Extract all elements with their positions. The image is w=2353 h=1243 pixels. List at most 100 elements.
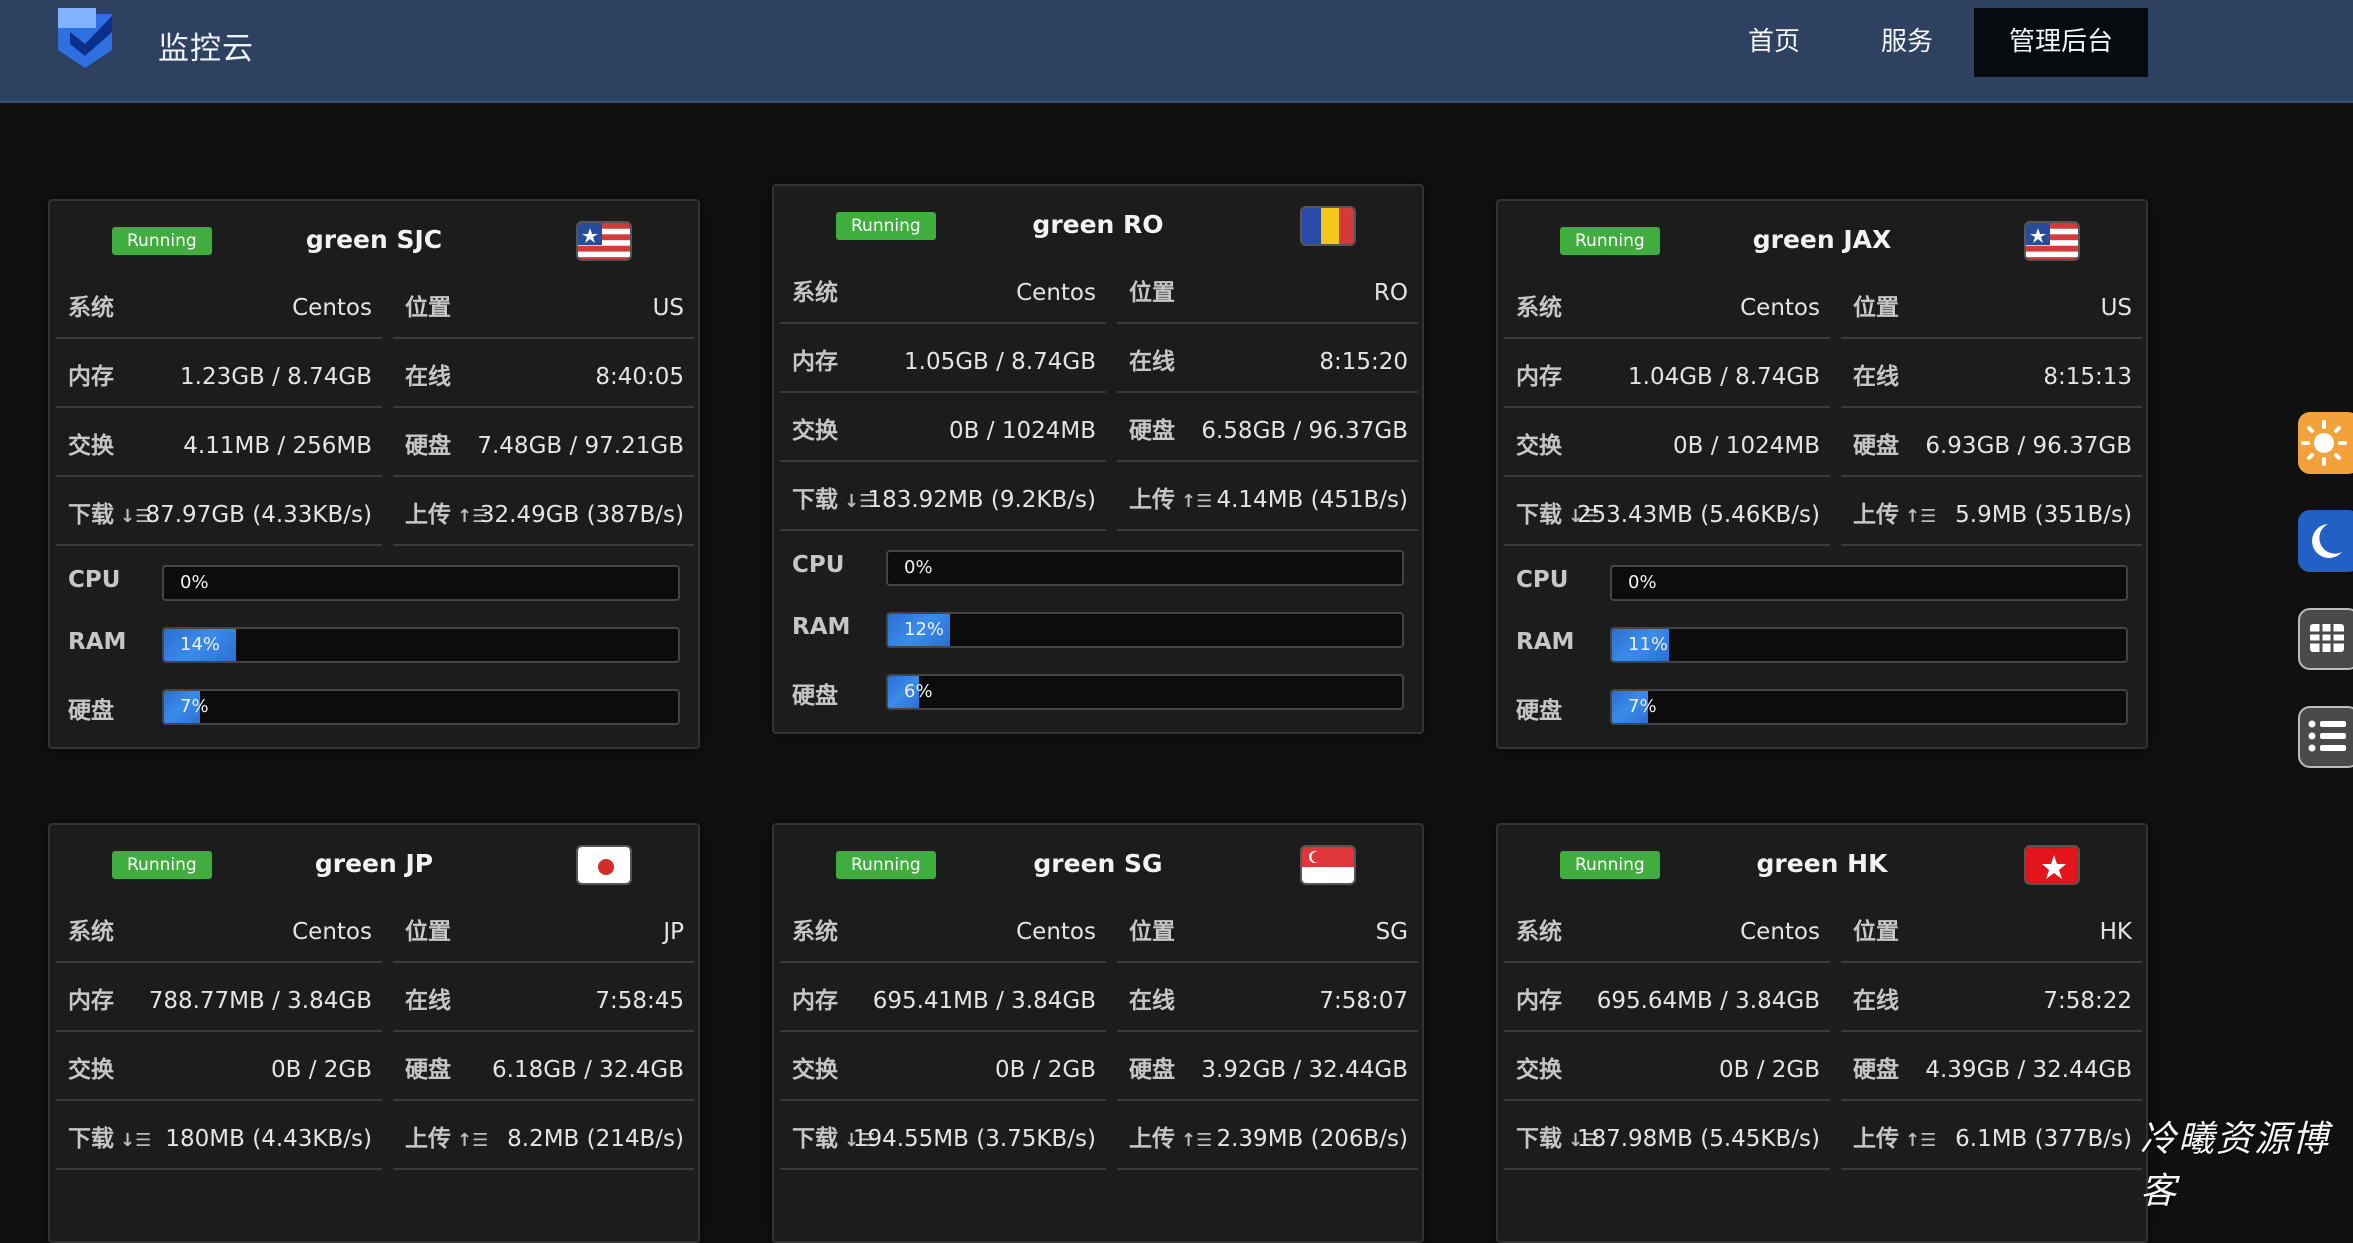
info-value: 6.18GB / 32.4GB [492, 1057, 684, 1083]
label-text: 硬盘 [405, 433, 451, 459]
info-row: 交换 0B / 2GB 硬盘 4.39GB / 32.44GB [1504, 1039, 2142, 1108]
info-row: 内存 695.41MB / 3.84GB 在线 7:58:07 [780, 970, 1418, 1039]
label-text: 位置 [1853, 919, 1899, 945]
list-icon [2308, 720, 2346, 752]
info-value: Centos [1740, 295, 1820, 321]
info-cell: 上传 ↑☰ 6.1MB (377B/s) [1841, 1108, 2142, 1170]
info-value: 0B / 1024MB [949, 418, 1096, 444]
list-view-button[interactable] [2298, 706, 2353, 768]
label-text: 在线 [1129, 988, 1175, 1014]
sort-up-icon: ↑☰ [1181, 491, 1213, 512]
brand-name[interactable]: 监控云 [158, 23, 254, 68]
server-card[interactable]: Running green HK 系统 Centos 位置 HK 内存 695.64MB / … [1496, 823, 2148, 1243]
server-card[interactable]: Running green RO 系统 Centos 位置 RO 内存 1.05GB / 8.… [772, 184, 1424, 734]
info-cell: 位置 HK [1841, 901, 2142, 963]
sort-up-icon: ↑☰ [457, 1130, 489, 1151]
light-theme-button[interactable] [2298, 412, 2353, 474]
info-value: 695.64MB / 3.84GB [1596, 988, 1820, 1014]
info-value: 0B / 2GB [994, 1057, 1096, 1083]
bar-percent: 0% [1628, 572, 1657, 593]
info-row: 下载 ↓☰ 187.98MB (5.45KB/s) 上传 ↑☰ 6.1MB (377B/s… [1504, 1108, 2142, 1177]
info-cell: 下载 ↓☰ 87.97GB (4.33KB/s) [56, 484, 382, 546]
info-label: 在线 [405, 970, 451, 1032]
info-label: 硬盘 [405, 1039, 451, 1101]
label-text: 上传 [405, 1126, 451, 1152]
info-value: Centos [1016, 280, 1096, 306]
info-cell: 内存 1.05GB / 8.74GB [780, 331, 1106, 393]
label-text: 系统 [1516, 919, 1562, 945]
info-label: 位置 [1129, 901, 1175, 963]
info-label: 硬盘 [1129, 1039, 1175, 1101]
label-text: 内存 [792, 988, 838, 1014]
info-value: HK [2099, 919, 2132, 945]
disk-bar: 7% [162, 689, 680, 725]
label-text: 上传 [1129, 1126, 1175, 1152]
bar-percent: 7% [1628, 696, 1657, 717]
bar-label: 硬盘 [792, 683, 838, 709]
cpu-bar-row: CPU 0% [780, 538, 1416, 600]
nav-services[interactable]: 服务 [1848, 8, 1966, 77]
info-value: JP [663, 919, 684, 945]
info-cell: 下载 ↓☰ 183.92MB (9.2KB/s) [780, 469, 1106, 531]
sun-icon [2301, 420, 2347, 466]
info-label: 位置 [405, 901, 451, 963]
disk-bar-row: 硬盘 7% [1504, 677, 2140, 739]
info-cell: 交换 0B / 2GB [56, 1039, 382, 1101]
info-cell: 上传 ↑☰ 32.49GB (387B/s) [393, 484, 694, 546]
info-value: 180MB (4.43KB/s) [165, 1126, 372, 1152]
info-label: 下载 ↓☰ [68, 484, 151, 548]
label-text: 位置 [1129, 919, 1175, 945]
nav-admin[interactable]: 管理后台 [1974, 8, 2148, 77]
us-flag-icon [576, 221, 632, 261]
bar-label: CPU [792, 552, 845, 578]
disk-bar-row: 硬盘 7% [56, 677, 692, 739]
info-label: 上传 ↑☰ [1129, 469, 1212, 533]
info-cell: 硬盘 3.92GB / 32.44GB [1117, 1039, 1418, 1101]
moon-icon [2312, 524, 2342, 558]
info-label: 交换 [1516, 415, 1562, 477]
grid-view-button[interactable] [2298, 608, 2353, 670]
label-text: 硬盘 [1129, 418, 1175, 444]
info-row: 系统 Centos 位置 SG [780, 901, 1418, 970]
info-cell: 硬盘 6.58GB / 96.37GB [1117, 400, 1418, 462]
info-label: 上传 ↑☰ [1853, 1108, 1936, 1172]
shield-logo-icon[interactable] [56, 6, 114, 70]
info-cell: 内存 1.04GB / 8.74GB [1504, 346, 1830, 408]
info-label: 内存 [792, 970, 838, 1032]
info-label: 内存 [68, 970, 114, 1032]
info-label: 系统 [792, 901, 838, 963]
ram-bar: 12% [886, 612, 1404, 648]
label-text: 位置 [405, 919, 451, 945]
info-cell: 系统 Centos [1504, 901, 1830, 963]
info-cell: 内存 788.77MB / 3.84GB [56, 970, 382, 1032]
info-row: 内存 788.77MB / 3.84GB 在线 7:58:45 [56, 970, 694, 1039]
info-cell: 在线 8:15:13 [1841, 346, 2142, 408]
info-cell: 交换 0B / 2GB [780, 1039, 1106, 1101]
info-cell: 硬盘 4.39GB / 32.44GB [1841, 1039, 2142, 1101]
server-card[interactable]: Running green SJC 系统 Centos 位置 US 内存 1.23GB / 8… [48, 199, 700, 749]
info-row: 下载 ↓☰ 253.43MB (5.46KB/s) 上传 ↑☰ 5.9MB (351B/s… [1504, 484, 2142, 553]
nav-home[interactable]: 首页 [1715, 8, 1833, 77]
info-cell: 下载 ↓☰ 180MB (4.43KB/s) [56, 1108, 382, 1170]
info-label: 在线 [1853, 970, 1899, 1032]
server-card[interactable]: Running green SG 系统 Centos 位置 SG 内存 695.41MB / … [772, 823, 1424, 1243]
info-value: 8.2MB (214B/s) [507, 1126, 684, 1152]
server-card[interactable]: Running green JP 系统 Centos 位置 JP 内存 788.77MB / … [48, 823, 700, 1243]
info-cell: 系统 Centos [780, 901, 1106, 963]
info-label: 在线 [405, 346, 451, 408]
info-row: 下载 ↓☰ 183.92MB (9.2KB/s) 上传 ↑☰ 4.14MB (451B/s… [780, 469, 1418, 538]
label-text: 交换 [792, 1057, 838, 1083]
info-cell: 下载 ↓☰ 187.98MB (5.45KB/s) [1504, 1108, 1830, 1170]
dark-theme-button[interactable] [2298, 510, 2353, 572]
label-text: 下载 [792, 487, 838, 513]
info-cell: 位置 RO [1117, 262, 1418, 324]
label-text: 内存 [68, 364, 114, 390]
info-row: 内存 1.05GB / 8.74GB 在线 8:15:20 [780, 331, 1418, 400]
label-text: 交换 [68, 1057, 114, 1083]
card-header: Running green SG [774, 825, 1422, 901]
info-label: 内存 [792, 331, 838, 393]
info-row: 下载 ↓☰ 180MB (4.43KB/s) 上传 ↑☰ 8.2MB (214B/s) [56, 1108, 694, 1177]
server-card[interactable]: Running green JAX 系统 Centos 位置 US 内存 1.04GB / 8… [1496, 199, 2148, 749]
info-value: US [652, 295, 684, 321]
info-cell: 内存 1.23GB / 8.74GB [56, 346, 382, 408]
